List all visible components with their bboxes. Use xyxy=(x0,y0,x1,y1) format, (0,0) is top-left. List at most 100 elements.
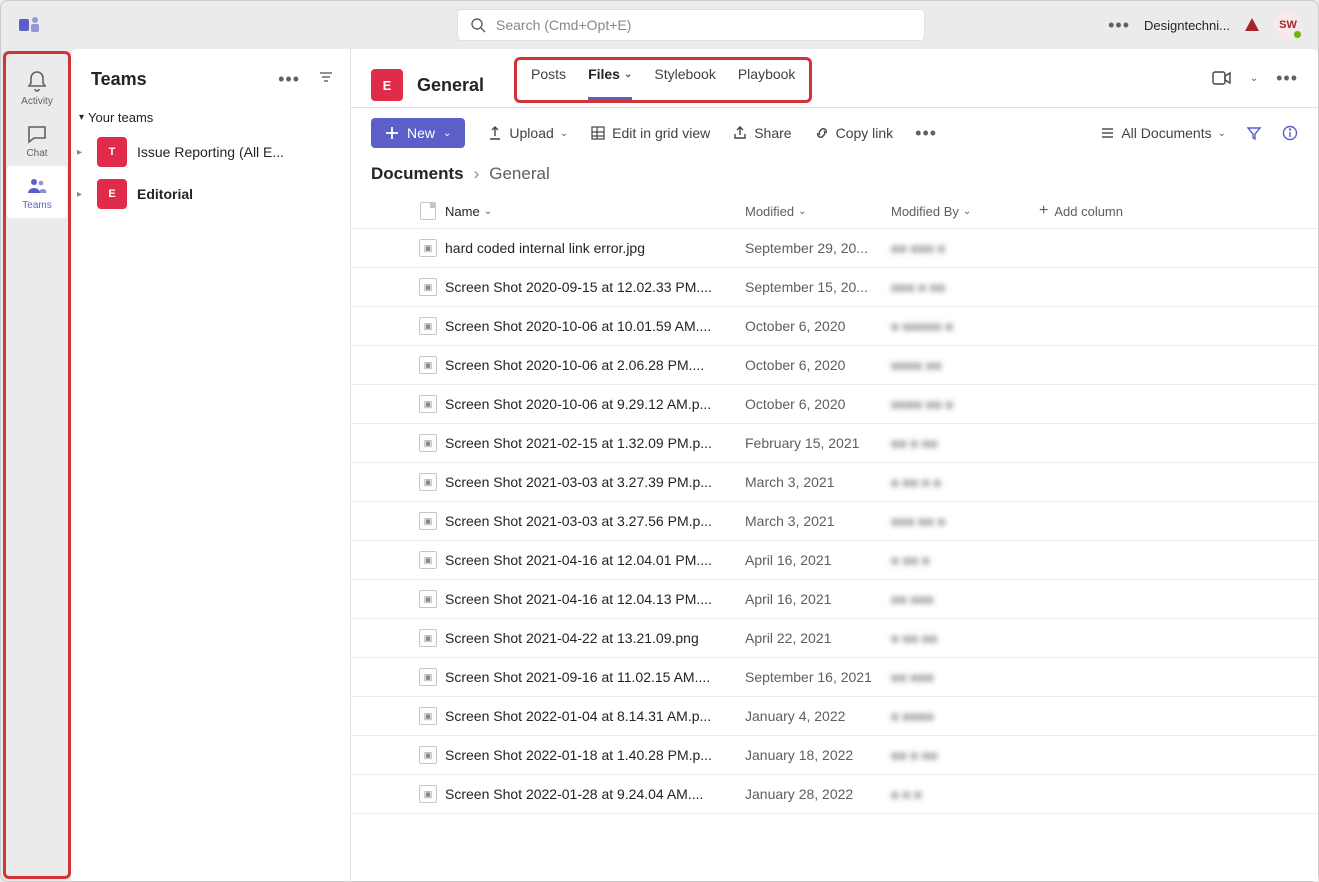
table-row[interactable]: ▣ Screen Shot 2022-01-04 at 8.14.31 AM.p… xyxy=(351,697,1318,736)
user-avatar[interactable]: SW xyxy=(1274,11,1302,39)
settings-more-icon[interactable]: ••• xyxy=(1108,15,1130,36)
view-selector[interactable]: All Documents⌄ xyxy=(1099,125,1226,141)
file-modified-by: ■ ■■■■ xyxy=(891,709,1039,724)
file-modified: October 6, 2020 xyxy=(745,396,891,412)
breadcrumb-current: General xyxy=(489,164,549,184)
table-row[interactable]: ▣ Screen Shot 2021-04-22 at 13.21.09.png… xyxy=(351,619,1318,658)
caret-right-icon: ▸ xyxy=(77,147,87,158)
chevron-down-icon: ⌄ xyxy=(443,128,451,139)
table-row[interactable]: ▣ hard coded internal link error.jpg Sep… xyxy=(351,229,1318,268)
channel-tabs: Posts Files⌄ Stylebook Playbook xyxy=(514,57,812,103)
image-file-icon: ▣ xyxy=(419,356,437,374)
filter-icon[interactable] xyxy=(318,69,334,85)
breadcrumb-root[interactable]: Documents xyxy=(371,164,464,184)
file-modified-by: ■■ ■ ■■ xyxy=(891,748,1039,763)
file-modified-by: ■ ■ ■ xyxy=(891,787,1039,802)
teams-logo-icon xyxy=(17,13,41,37)
file-modified: September 29, 20... xyxy=(745,240,891,256)
file-modified: January 18, 2022 xyxy=(745,747,891,763)
file-modified: January 4, 2022 xyxy=(745,708,891,724)
tab-stylebook[interactable]: Stylebook xyxy=(654,66,715,82)
add-column-button[interactable]: +Add column xyxy=(1039,202,1298,220)
image-file-icon: ▣ xyxy=(419,239,437,257)
top-bar: ••• Designtechni... SW xyxy=(1,1,1318,49)
edit-grid-button[interactable]: Edit in grid view xyxy=(590,125,710,141)
file-modified-by: ■■ ■ ■■ xyxy=(891,436,1039,451)
channel-content: E General PostsFiles⌄StylebookPlaybook ⌄… xyxy=(351,49,1318,881)
tab-playbook[interactable]: Playbook xyxy=(738,66,796,82)
table-row[interactable]: ▣ Screen Shot 2021-04-16 at 12.04.13 PM.… xyxy=(351,580,1318,619)
file-name: Screen Shot 2021-04-22 at 13.21.09.png xyxy=(445,630,745,646)
plus-icon: + xyxy=(1039,202,1048,220)
search-box[interactable] xyxy=(457,9,925,41)
team-badge: T xyxy=(97,137,127,167)
file-modified-by: ■■■■ ■■ xyxy=(891,358,1039,373)
filter-funnel-icon[interactable] xyxy=(1246,125,1262,141)
file-modified: April 22, 2021 xyxy=(745,630,891,646)
file-modified-by: ■■ ■■■ xyxy=(891,592,1039,607)
image-file-icon: ▣ xyxy=(419,317,437,335)
rail-activity[interactable]: Activity xyxy=(7,62,67,114)
channel-name: General xyxy=(417,75,484,96)
file-name: Screen Shot 2021-03-03 at 3.27.39 PM.p..… xyxy=(445,474,745,490)
table-row[interactable]: ▣ Screen Shot 2020-10-06 at 2.06.28 PM..… xyxy=(351,346,1318,385)
your-teams-section[interactable]: ▾Your teams xyxy=(71,104,350,131)
file-modified: September 15, 20... xyxy=(745,279,891,295)
image-file-icon: ▣ xyxy=(419,668,437,686)
column-modified[interactable]: Modified⌄ xyxy=(745,204,891,219)
teams-title: Teams xyxy=(91,69,278,90)
table-row[interactable]: ▣ Screen Shot 2020-09-15 at 12.02.33 PM.… xyxy=(351,268,1318,307)
table-row[interactable]: ▣ Screen Shot 2021-03-03 at 3.27.56 PM.p… xyxy=(351,502,1318,541)
info-icon[interactable] xyxy=(1282,125,1298,141)
file-modified-by: ■■ ■■■ ■ xyxy=(891,241,1039,256)
table-row[interactable]: ▣ Screen Shot 2020-10-06 at 10.01.59 AM.… xyxy=(351,307,1318,346)
file-name: Screen Shot 2021-04-16 at 12.04.01 PM...… xyxy=(445,552,745,568)
caret-right-icon: ▸ xyxy=(77,189,87,200)
teams-more-icon[interactable]: ••• xyxy=(278,69,300,90)
bell-icon xyxy=(25,70,49,94)
team-row[interactable]: ▸ T Issue Reporting (All E... xyxy=(71,131,350,173)
file-modified: February 15, 2021 xyxy=(745,435,891,451)
org-name: Designtechni... xyxy=(1144,18,1230,33)
files-table: Name⌄ Modified⌄ Modified By⌄ +Add column… xyxy=(351,194,1318,881)
people-icon xyxy=(25,174,49,198)
tab-files[interactable]: Files⌄ xyxy=(588,66,632,82)
share-button[interactable]: Share xyxy=(732,125,791,141)
channel-header: E General PostsFiles⌄StylebookPlaybook ⌄… xyxy=(351,49,1318,108)
table-row[interactable]: ▣ Screen Shot 2022-01-18 at 1.40.28 PM.p… xyxy=(351,736,1318,775)
file-name: Screen Shot 2021-02-15 at 1.32.09 PM.p..… xyxy=(445,435,745,451)
search-input[interactable] xyxy=(496,17,912,33)
tab-posts[interactable]: Posts xyxy=(531,66,566,82)
column-name[interactable]: Name⌄ xyxy=(445,204,745,219)
table-row[interactable]: ▣ Screen Shot 2020-10-06 at 9.29.12 AM.p… xyxy=(351,385,1318,424)
file-modified: September 16, 2021 xyxy=(745,669,891,685)
channel-more-icon[interactable]: ••• xyxy=(1276,68,1298,89)
table-row[interactable]: ▣ Screen Shot 2022-01-28 at 9.24.04 AM..… xyxy=(351,775,1318,814)
rail-chat[interactable]: Chat xyxy=(7,114,67,166)
file-modified: April 16, 2021 xyxy=(745,552,891,568)
new-button[interactable]: New ⌄ xyxy=(371,118,465,148)
file-modified: October 6, 2020 xyxy=(745,318,891,334)
breadcrumb: Documents › General xyxy=(351,158,1318,194)
file-modified: April 16, 2021 xyxy=(745,591,891,607)
team-name: Issue Reporting (All E... xyxy=(137,144,284,160)
upload-button[interactable]: Upload⌄ xyxy=(487,125,568,141)
chevron-down-icon[interactable]: ⌄ xyxy=(1250,73,1258,84)
file-modified-by: ■■■■ ■■ ■ xyxy=(891,397,1039,412)
column-modified-by[interactable]: Modified By⌄ xyxy=(891,204,1039,219)
table-row[interactable]: ▣ Screen Shot 2021-02-15 at 1.32.09 PM.p… xyxy=(351,424,1318,463)
chevron-down-icon: ⌄ xyxy=(484,206,492,217)
meet-camera-icon[interactable] xyxy=(1212,70,1232,86)
file-modified: March 3, 2021 xyxy=(745,513,891,529)
table-row[interactable]: ▣ Screen Shot 2021-03-03 at 3.27.39 PM.p… xyxy=(351,463,1318,502)
file-modified-by: ■■ ■■■ xyxy=(891,670,1039,685)
copy-link-button[interactable]: Copy link xyxy=(814,125,894,141)
file-modified-by: ■ ■■ ■■ xyxy=(891,631,1039,646)
file-modified: January 28, 2022 xyxy=(745,786,891,802)
file-name: Screen Shot 2021-04-16 at 12.04.13 PM...… xyxy=(445,591,745,607)
table-row[interactable]: ▣ Screen Shot 2021-04-16 at 12.04.01 PM.… xyxy=(351,541,1318,580)
team-row[interactable]: ▸ E Editorial xyxy=(71,173,350,215)
toolbar-more-icon[interactable]: ••• xyxy=(915,123,937,144)
table-row[interactable]: ▣ Screen Shot 2021-09-16 at 11.02.15 AM.… xyxy=(351,658,1318,697)
rail-teams[interactable]: Teams xyxy=(7,166,67,218)
